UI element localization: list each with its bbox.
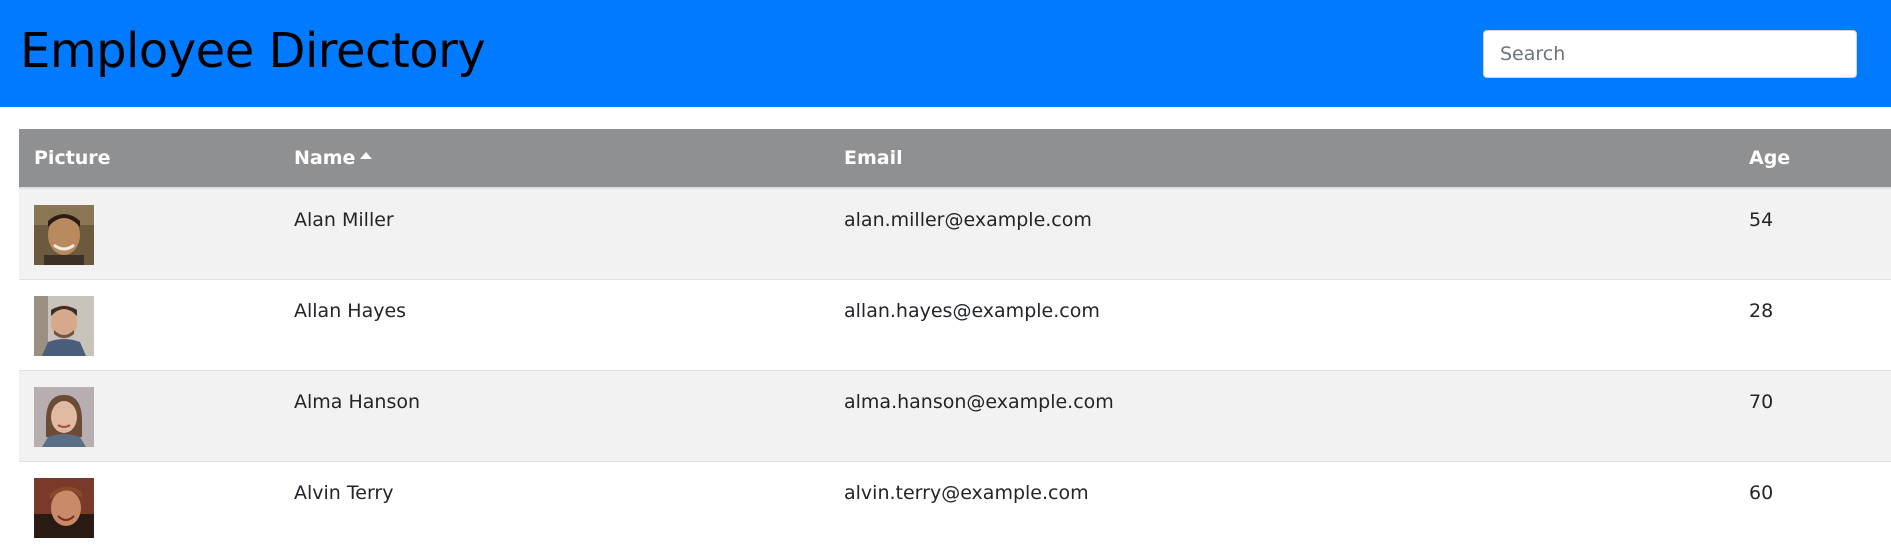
search-input[interactable] [1483,30,1857,78]
employee-photo [34,477,94,538]
employee-table: Picture Name Email Age Alan Miller alan.… [19,129,1891,552]
page-title: Employee Directory [20,23,486,79]
email-cell: alvin.terry@example.com [829,460,1734,552]
age-cell: 28 [1734,278,1891,370]
picture-cell [19,460,279,552]
column-header-picture: Picture [19,129,279,189]
caret-up-icon[interactable] [360,152,373,159]
table-header-row: Picture Name Email Age [19,129,1891,189]
name-cell: Allan Hayes [279,278,829,370]
employee-table-container: Picture Name Email Age Alan Miller alan.… [19,129,1891,552]
column-header-picture-label: Picture [34,147,111,169]
table-row: Alan Miller alan.miller@example.com 54 [19,187,1891,279]
page-header: Employee Directory [0,0,1891,107]
age-cell: 54 [1734,187,1891,279]
age-cell: 60 [1734,460,1891,552]
picture-cell [19,187,279,279]
name-cell: Alma Hanson [279,369,829,461]
table-row: Allan Hayes allan.hayes@example.com 28 [19,278,1891,370]
table-row: Alvin Terry alvin.terry@example.com 60 [19,460,1891,552]
column-header-age-label: Age [1749,147,1791,169]
name-cell: Alan Miller [279,187,829,279]
picture-cell [19,278,279,370]
column-header-age[interactable]: Age [1734,129,1891,189]
email-cell: alan.miller@example.com [829,187,1734,279]
column-header-name[interactable]: Name [279,129,829,189]
name-cell: Alvin Terry [279,460,829,552]
column-header-email-label: Email [844,147,903,169]
picture-cell [19,369,279,461]
employee-photo [34,295,94,356]
table-header: Picture Name Email Age [19,129,1891,189]
employee-photo [34,205,94,265]
table-row: Alma Hanson alma.hanson@example.com 70 [19,369,1891,461]
column-header-name-label: Name [294,147,356,169]
age-cell: 70 [1734,369,1891,461]
email-cell: allan.hayes@example.com [829,278,1734,370]
table-body: Alan Miller alan.miller@example.com 54 A… [19,187,1891,552]
employee-photo [34,386,94,447]
column-header-email[interactable]: Email [829,129,1734,189]
email-cell: alma.hanson@example.com [829,369,1734,461]
